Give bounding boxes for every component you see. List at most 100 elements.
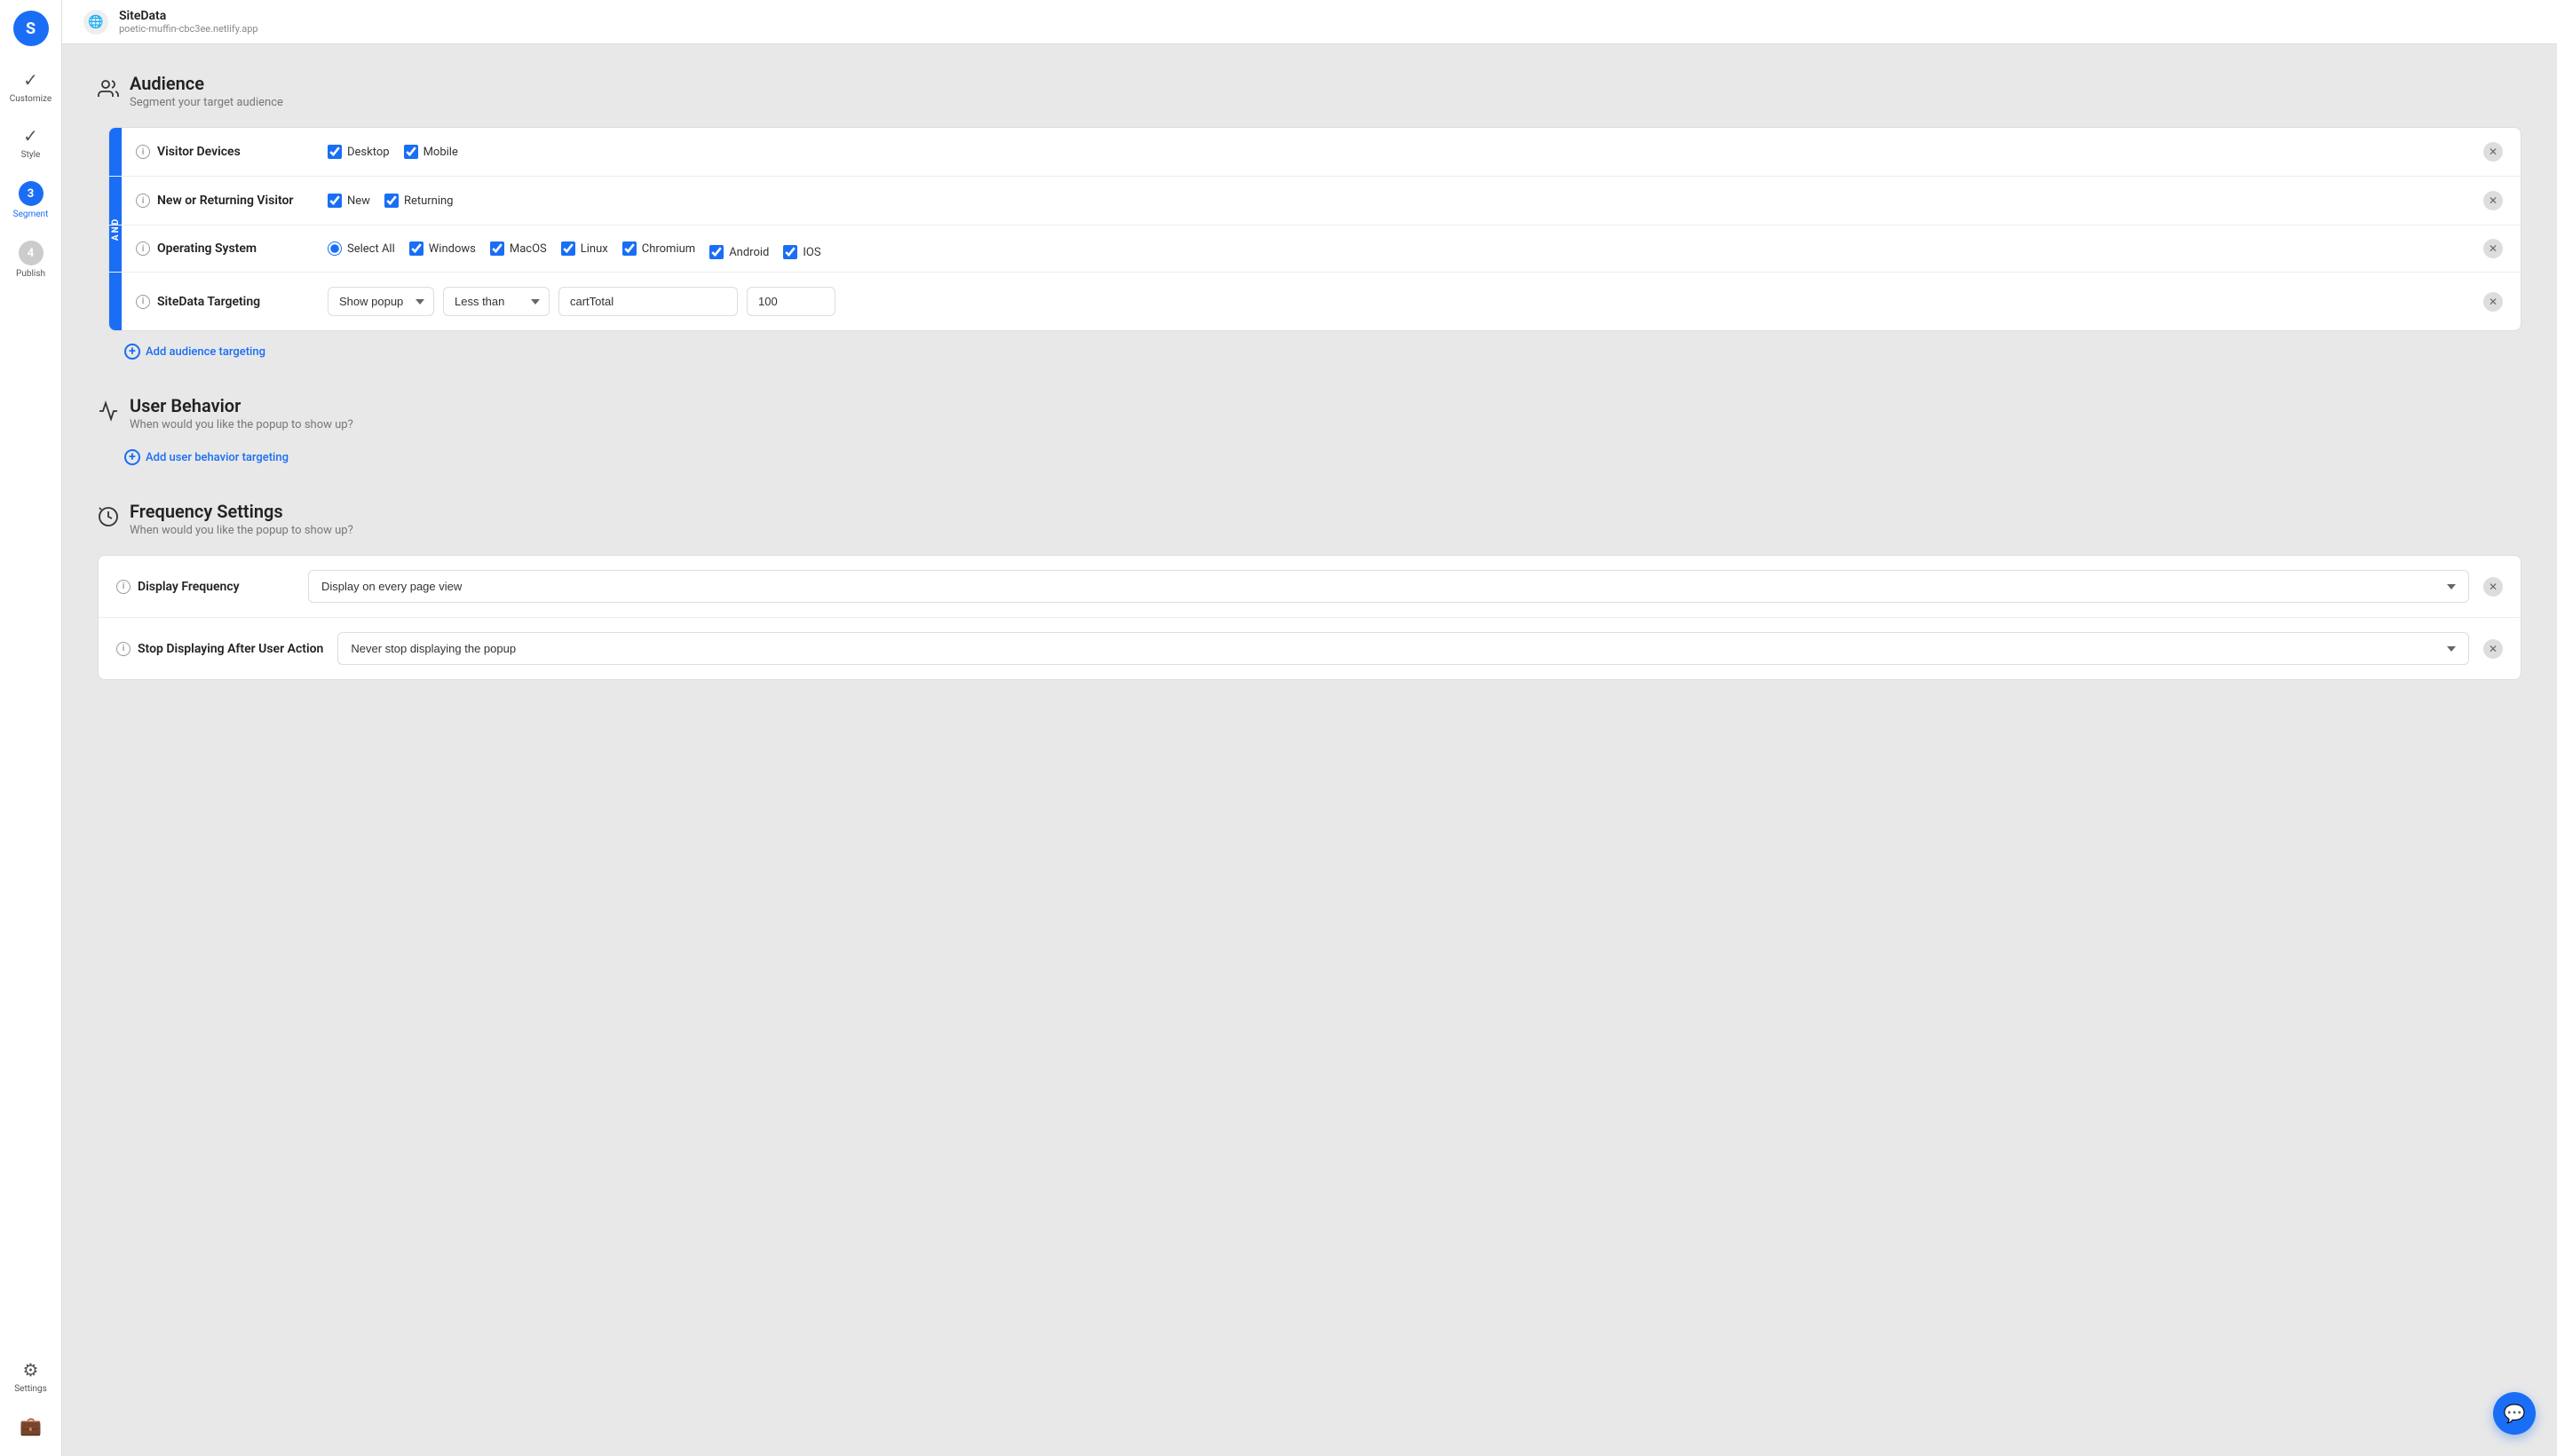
stop-displaying-dropdown[interactable]: Never stop displaying the popup: [337, 632, 2469, 665]
frequency-section: Frequency Settings When would you like t…: [98, 501, 2521, 680]
add-audience-icon: +: [124, 344, 140, 360]
number-value-input[interactable]: [747, 287, 835, 316]
add-behavior-icon: +: [124, 449, 140, 465]
mobile-checkbox-item[interactable]: Mobile: [404, 145, 458, 159]
macos-checkbox[interactable]: [490, 241, 504, 256]
display-freq-info-icon[interactable]: i: [116, 580, 131, 594]
main-content: Audience Segment your target audience AN…: [62, 44, 2557, 1456]
user-behavior-subtitle: When would you like the popup to show up…: [130, 418, 353, 431]
user-behavior-title: User Behavior: [130, 395, 353, 416]
segment-number-badge: 3: [19, 181, 44, 206]
frequency-rows: i Display Frequency Display on every pag…: [98, 555, 2521, 680]
operating-system-row: i Operating System Select All Windows: [109, 226, 2521, 273]
chat-button[interactable]: 💬: [2493, 1392, 2536, 1435]
new-returning-label: i New or Returning Visitor: [136, 194, 313, 208]
stop-displaying-close-button[interactable]: ✕: [2483, 639, 2503, 659]
sidebar-label-publish: Publish: [16, 269, 45, 279]
and-label: AND: [109, 218, 122, 241]
add-behavior-targeting-button[interactable]: + Add user behavior targeting: [124, 449, 2521, 465]
select-all-radio[interactable]: [328, 241, 342, 256]
user-behavior-title-group: User Behavior When would you like the po…: [130, 395, 353, 431]
os-close-button[interactable]: ✕: [2483, 239, 2503, 258]
audience-subtitle: Segment your target audience: [130, 96, 283, 109]
new-returning-close-button[interactable]: ✕: [2483, 191, 2503, 210]
stop-displaying-label: i Stop Displaying After User Action: [116, 642, 323, 656]
desktop-checkbox-item[interactable]: Desktop: [328, 145, 390, 159]
linux-checkbox[interactable]: [561, 241, 575, 256]
user-behavior-header: User Behavior When would you like the po…: [98, 395, 2521, 431]
display-frequency-label: i Display Frequency: [116, 580, 294, 594]
operating-system-label: i Operating System: [136, 241, 313, 256]
display-frequency-row: i Display Frequency Display on every pag…: [99, 556, 2521, 618]
customize-check-icon: ✓: [23, 69, 38, 91]
condition-dropdown[interactable]: Less than: [443, 287, 550, 316]
sitedata-close-button[interactable]: ✕: [2483, 292, 2503, 312]
sitedata-controls: Show popup Less than: [328, 287, 2469, 316]
audience-section: Audience Segment your target audience AN…: [98, 73, 2521, 360]
visitor-devices-info-icon[interactable]: i: [136, 145, 150, 159]
returning-visitor-checkbox-item[interactable]: Returning: [384, 194, 454, 208]
audience-title: Audience: [130, 73, 283, 94]
chromium-checkbox[interactable]: [622, 241, 637, 256]
android-checkbox[interactable]: [709, 245, 724, 259]
site-info: SiteData poetic-muffin-cbc3ee.netlify.ap…: [119, 9, 258, 35]
ios-checkbox-item[interactable]: IOS: [783, 245, 820, 259]
show-popup-dropdown[interactable]: Show popup: [328, 287, 434, 316]
frequency-title: Frequency Settings: [130, 501, 353, 522]
cart-total-input[interactable]: [558, 287, 738, 316]
add-behavior-label: Add user behavior targeting: [146, 451, 289, 464]
new-visitor-checkbox-item[interactable]: New: [328, 194, 370, 208]
android-checkbox-item[interactable]: Android: [709, 245, 769, 259]
sidebar-item-publish[interactable]: 4 Publish: [4, 232, 58, 288]
os-info-icon[interactable]: i: [136, 241, 150, 256]
returning-visitor-checkbox[interactable]: [384, 194, 399, 208]
app-logo[interactable]: S: [13, 11, 49, 46]
top-bar: 🌐 SiteData poetic-muffin-cbc3ee.netlify.…: [62, 0, 2557, 44]
stop-displaying-controls: Never stop displaying the popup: [337, 632, 2469, 665]
visitor-devices-row: i Visitor Devices Desktop Mobile ✕: [109, 128, 2521, 177]
layout-wrapper: 🌐 SiteData poetic-muffin-cbc3ee.netlify.…: [62, 0, 2557, 1456]
sidebar-item-briefcase[interactable]: 💼: [4, 1406, 58, 1445]
stop-displaying-row: i Stop Displaying After User Action Neve…: [99, 618, 2521, 679]
new-returning-row: i New or Returning Visitor New Returning: [109, 177, 2521, 226]
audience-title-group: Audience Segment your target audience: [130, 73, 283, 109]
add-audience-label: Add audience targeting: [146, 345, 265, 359]
display-frequency-dropdown[interactable]: Display on every page view: [308, 570, 2469, 603]
sidebar-item-customize[interactable]: ✓ Customize: [4, 60, 58, 113]
sitedata-targeting-label: i SiteData Targeting: [136, 295, 313, 309]
audience-header: Audience Segment your target audience: [98, 73, 2521, 109]
sidebar-item-segment[interactable]: 3 Segment: [4, 172, 58, 228]
frequency-subtitle: When would you like the popup to show up…: [130, 524, 353, 537]
display-freq-close-button[interactable]: ✕: [2483, 577, 2503, 597]
display-frequency-controls: Display on every page view: [308, 570, 2469, 603]
chromium-checkbox-item[interactable]: Chromium: [622, 241, 695, 256]
linux-checkbox-item[interactable]: Linux: [561, 241, 608, 256]
briefcase-icon: 💼: [20, 1415, 42, 1436]
desktop-checkbox[interactable]: [328, 145, 342, 159]
new-returning-info-icon[interactable]: i: [136, 194, 150, 208]
new-returning-controls: New Returning: [328, 194, 2469, 208]
audience-icon: [98, 78, 119, 105]
windows-checkbox[interactable]: [409, 241, 424, 256]
mobile-checkbox[interactable]: [404, 145, 418, 159]
windows-checkbox-item[interactable]: Windows: [409, 241, 476, 256]
user-behavior-section: User Behavior When would you like the po…: [98, 395, 2521, 465]
frequency-title-group: Frequency Settings When would you like t…: [130, 501, 353, 537]
publish-number-badge: 4: [19, 241, 44, 265]
select-all-radio-item[interactable]: Select All: [328, 241, 395, 256]
sidebar-item-style[interactable]: ✓ Style: [4, 116, 58, 169]
sitedata-info-icon[interactable]: i: [136, 295, 150, 309]
os-controls: Select All Windows MacOS: [328, 238, 2469, 259]
stop-displaying-info-icon[interactable]: i: [116, 642, 131, 656]
site-name: SiteData: [119, 9, 258, 23]
macos-checkbox-item[interactable]: MacOS: [490, 241, 547, 256]
ios-checkbox[interactable]: [783, 245, 797, 259]
frequency-header: Frequency Settings When would you like t…: [98, 501, 2521, 537]
add-audience-targeting-button[interactable]: + Add audience targeting: [124, 344, 2521, 360]
sidebar-label-settings: Settings: [14, 1384, 47, 1394]
sidebar-item-settings[interactable]: ⚙ Settings: [4, 1350, 58, 1403]
visitor-devices-controls: Desktop Mobile: [328, 145, 2469, 159]
visitor-devices-close-button[interactable]: ✕: [2483, 142, 2503, 162]
site-globe-icon: 🌐: [83, 10, 108, 35]
new-visitor-checkbox[interactable]: [328, 194, 342, 208]
